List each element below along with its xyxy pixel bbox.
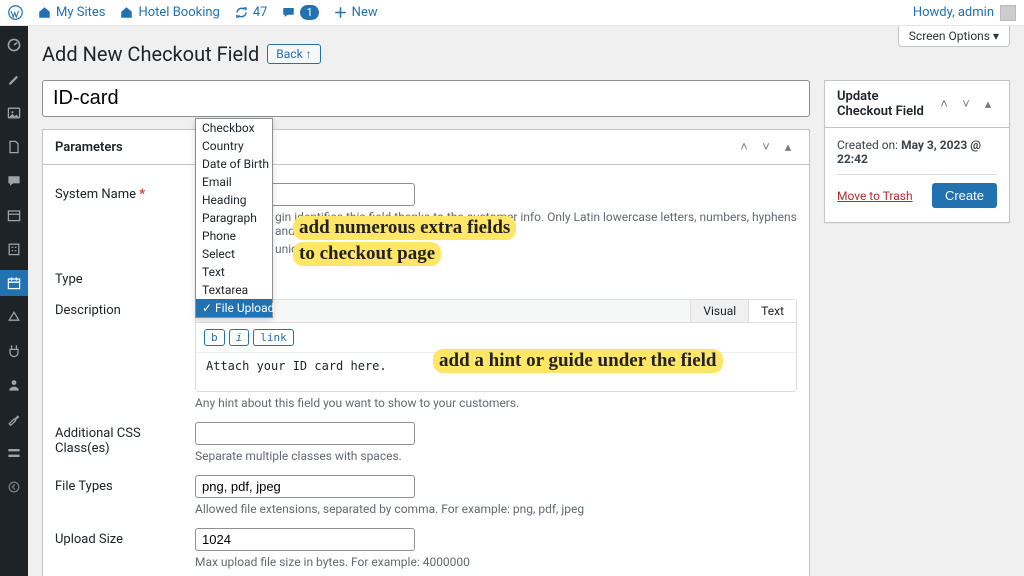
panel-up-icon[interactable]: ˄ [735, 138, 753, 156]
label-file-types: File Types [55, 479, 113, 494]
type-option[interactable]: Phone [196, 227, 272, 245]
menu-appearance[interactable] [0, 304, 28, 330]
screen-options-label: Screen Options ▾ [909, 29, 999, 43]
parameters-heading: Parameters [55, 140, 735, 155]
type-option[interactable]: Checkbox [196, 119, 272, 137]
update-box-heading: Update Checkout Field [837, 89, 935, 119]
type-option[interactable]: Date of Birth [196, 155, 272, 173]
type-option[interactable]: Select [196, 245, 272, 263]
menu-dashboard[interactable] [0, 32, 28, 58]
panel-down-icon[interactable]: ˅ [757, 138, 775, 156]
qt-bold-button[interactable]: b [204, 329, 225, 346]
qt-italic-button[interactable]: i [229, 329, 250, 346]
move-to-trash-link[interactable]: Move to Trash [837, 189, 913, 203]
description-textarea[interactable]: Attach your ID card here. [196, 352, 796, 391]
label-upload-size: Upload Size [55, 532, 123, 547]
upload-size-input[interactable] [195, 528, 415, 551]
panel-toggle-icon[interactable]: ▴ [779, 138, 797, 156]
label-system-name: System Name [55, 187, 136, 202]
new-label: New [352, 5, 378, 20]
create-button[interactable]: Create [932, 183, 997, 208]
howdy-user[interactable]: Howdy, admin [913, 5, 1016, 21]
file-types-input[interactable] [195, 475, 415, 498]
menu-users[interactable] [0, 372, 28, 398]
editor-tab-visual[interactable]: Visual [690, 300, 748, 322]
menu-posts[interactable] [0, 66, 28, 92]
menu-plugins[interactable] [0, 338, 28, 364]
comments-count: 1 [300, 5, 318, 20]
page-title-text: Add New Checkout Field [42, 42, 259, 66]
side-panel-toggle-icon[interactable]: ▴ [979, 95, 997, 113]
comments-link[interactable]: 1 [281, 5, 318, 20]
menu-calendar[interactable] [0, 202, 28, 228]
my-sites-link[interactable]: My Sites [37, 5, 105, 20]
type-option[interactable]: Text [196, 263, 272, 281]
label-type: Type [55, 272, 83, 287]
menu-pages[interactable] [0, 134, 28, 160]
updates-count: 47 [253, 5, 268, 20]
hint-file-types: Allowed file extensions, separated by co… [195, 502, 797, 516]
type-option[interactable]: Paragraph [196, 209, 272, 227]
label-css: Additional CSS Class(es) [55, 426, 141, 456]
created-label: Created on: [837, 138, 898, 152]
avatar [1000, 5, 1016, 21]
side-panel-up-icon[interactable]: ˄ [935, 95, 953, 113]
type-option[interactable]: File Upload [196, 299, 272, 317]
label-description: Description [55, 303, 121, 318]
editor-tab-text[interactable]: Text [748, 300, 796, 322]
type-option[interactable]: Email [196, 173, 272, 191]
howdy-text: Howdy, admin [913, 5, 994, 20]
menu-settings[interactable] [0, 440, 28, 466]
menu-comments[interactable] [0, 168, 28, 194]
type-dropdown[interactable]: CheckboxCountryDate of BirthEmailHeading… [195, 118, 273, 318]
menu-collapse[interactable] [0, 474, 28, 500]
hint-system-name: gin identifies this field thanks to the … [275, 210, 797, 238]
site-link[interactable]: Hotel Booking [119, 5, 219, 20]
wp-logo[interactable] [8, 5, 23, 20]
css-classes-input[interactable] [195, 422, 415, 445]
type-option[interactable]: Textarea [196, 281, 272, 299]
title-input[interactable] [42, 80, 810, 117]
my-sites-label: My Sites [56, 5, 105, 20]
menu-hotel[interactable] [0, 236, 28, 262]
type-option[interactable]: Country [196, 137, 272, 155]
menu-booking[interactable] [0, 270, 28, 296]
description-editor: Visual Text b i link Attach your ID card… [195, 299, 797, 392]
new-link[interactable]: New [333, 5, 378, 20]
hint-description: Any hint about this field you want to sh… [195, 396, 797, 410]
side-panel-down-icon[interactable]: ˅ [957, 95, 975, 113]
back-button[interactable]: Back ↑ [267, 44, 320, 64]
hint-upload-size: Max upload file size in bytes. For examp… [195, 555, 797, 569]
page-title: Add New Checkout Field Back ↑ [42, 42, 1010, 66]
screen-options-toggle[interactable]: Screen Options ▾ [898, 26, 1010, 47]
hint-css: Separate multiple classes with spaces. [195, 449, 797, 463]
menu-tools[interactable] [0, 406, 28, 432]
menu-media[interactable] [0, 100, 28, 126]
updates-link[interactable]: 47 [234, 5, 268, 20]
required-star-icon: * [139, 187, 145, 202]
hint-system-name-tail: unique. [275, 242, 797, 256]
type-option[interactable]: Heading [196, 191, 272, 209]
site-name: Hotel Booking [138, 5, 219, 20]
qt-link-button[interactable]: link [253, 329, 294, 346]
